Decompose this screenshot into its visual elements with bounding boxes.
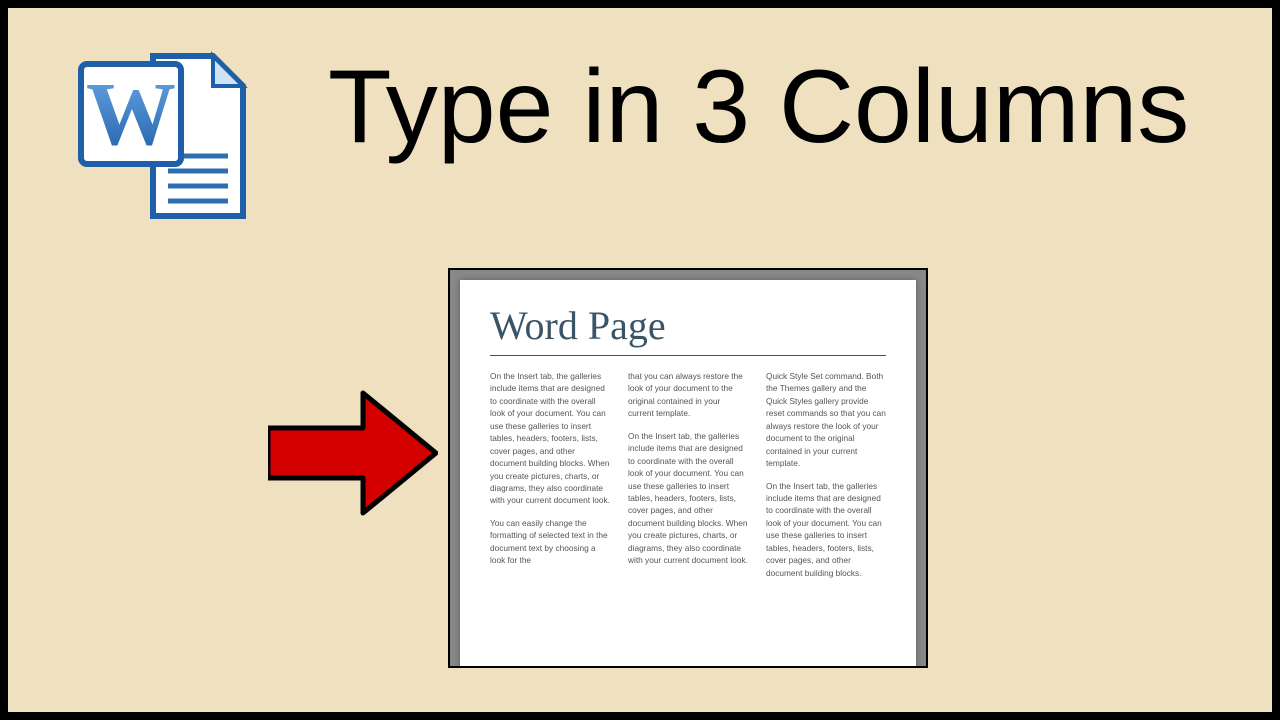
- document-page: Word Page On the Insert tab, the galleri…: [460, 280, 916, 668]
- paragraph: On the Insert tab, the galleries include…: [490, 370, 610, 507]
- document-preview: Word Page On the Insert tab, the galleri…: [448, 268, 928, 668]
- column-3: Quick Style Set command. Both the Themes…: [766, 370, 886, 589]
- column-1: On the Insert tab, the galleries include…: [490, 370, 610, 589]
- document-heading: Word Page: [490, 302, 886, 349]
- svg-text:W: W: [86, 65, 176, 164]
- word-icon: W: [63, 36, 263, 236]
- paragraph: On the Insert tab, the galleries include…: [766, 480, 886, 580]
- paragraph: Quick Style Set command. Both the Themes…: [766, 370, 886, 470]
- heading-underline: [490, 355, 886, 356]
- paragraph: You can easily change the formatting of …: [490, 517, 610, 567]
- main-title: Type in 3 Columns: [328, 48, 1189, 167]
- paragraph: On the Insert tab, the galleries include…: [628, 430, 748, 567]
- three-columns: On the Insert tab, the galleries include…: [490, 370, 886, 589]
- column-2: that you can always restore the look of …: [628, 370, 748, 589]
- arrow-icon: [268, 388, 438, 518]
- paragraph: that you can always restore the look of …: [628, 370, 748, 420]
